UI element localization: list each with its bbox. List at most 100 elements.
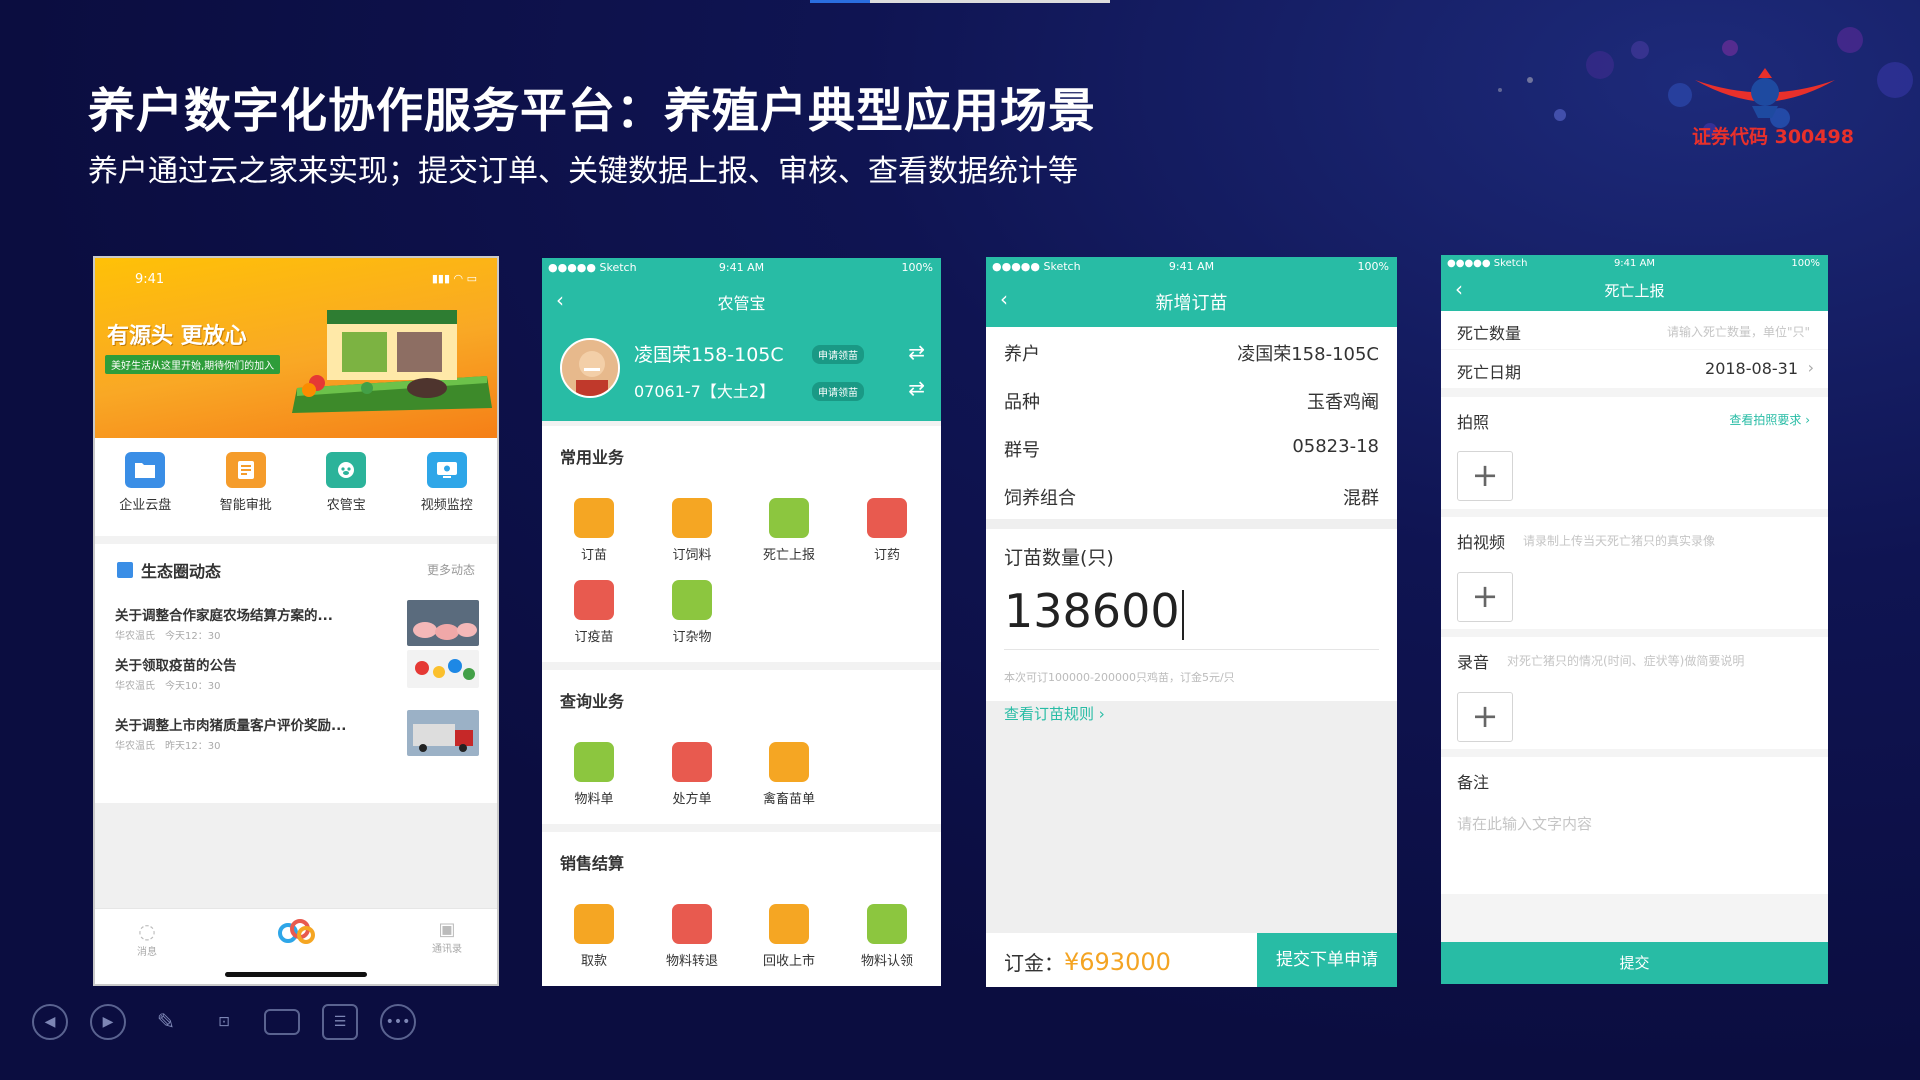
apply-chick-badge[interactable]: 申请领苗 bbox=[812, 345, 864, 364]
remark-textarea[interactable]: 请在此输入文字内容 bbox=[1457, 813, 1592, 834]
truck-icon bbox=[769, 904, 809, 944]
promo-banner[interactable]: 9:41 ▮▮▮ ◠ ▭ 有源头 更放心 美好生活从这里开始,期待你们的加入 bbox=[95, 258, 497, 443]
death-count-field[interactable]: 死亡数量 请输入死亡数量，单位"只" bbox=[1441, 311, 1828, 349]
top-progress-fill bbox=[810, 0, 870, 3]
news-section-title: 生态圈动态 bbox=[117, 558, 221, 582]
add-photo-button[interactable]: + bbox=[1457, 451, 1513, 501]
phone-new-chick-order: ●●●●● Sketch 9:41 AM 100% ‹ 新增订苗 养户 凌国荣15… bbox=[986, 257, 1397, 987]
deposit-total: 订金：¥693000 bbox=[1004, 947, 1171, 976]
submit-order-button[interactable]: 提交下单申请 bbox=[1257, 933, 1397, 987]
btn-material-claim[interactable]: 物料认领 bbox=[847, 904, 927, 969]
swap-icon[interactable]: ⇄ bbox=[908, 340, 925, 364]
pen-icon[interactable]: ✎ bbox=[148, 1004, 184, 1040]
item-label: 订疫苗 bbox=[574, 630, 614, 645]
approval-icon bbox=[225, 452, 266, 488]
more-icon[interactable]: ••• bbox=[380, 1004, 416, 1040]
skull-icon bbox=[769, 498, 809, 538]
btn-order-feed[interactable]: 订饲料 bbox=[652, 498, 732, 563]
audio-section: 录音 对死亡猪只的情况(时间、症状等)做简要说明 + bbox=[1441, 637, 1828, 749]
field-hint: 请录制上传当天死亡猪只的真实录像 bbox=[1523, 534, 1716, 548]
news-thumbnail-pills bbox=[407, 650, 479, 688]
chick-icon bbox=[574, 498, 614, 538]
row-value: 05823-18 bbox=[1292, 436, 1379, 457]
btn-order-vaccine[interactable]: 订疫苗 bbox=[554, 580, 634, 645]
list-icon bbox=[769, 742, 809, 782]
add-audio-button[interactable]: + bbox=[1457, 692, 1513, 742]
user-name: 凌国荣158-105C bbox=[634, 344, 784, 366]
field-label: 死亡日期 bbox=[1457, 363, 1522, 382]
btn-material-list[interactable]: 物料单 bbox=[554, 742, 634, 807]
quantity-section: 订苗数量(只) 138600 本次可订100000-200000只鸡苗，订金5元… bbox=[986, 529, 1397, 701]
row-breed[interactable]: 品种 玉香鸡阉 bbox=[986, 375, 1397, 423]
row-group-no[interactable]: 群号 05823-18 bbox=[986, 423, 1397, 471]
btn-order-chicks[interactable]: 订苗 bbox=[554, 498, 634, 563]
btn-order-sundries[interactable]: 订杂物 bbox=[652, 580, 732, 645]
slide-title: 养户数字化协作服务平台：养殖户典型应用场景 bbox=[88, 84, 1096, 139]
status-bar: ●●●●● Sketch 9:41 AM 100% bbox=[986, 257, 1397, 277]
chat-icon: ◌ bbox=[138, 919, 156, 943]
btn-order-medicine[interactable]: 订药 bbox=[847, 498, 927, 563]
photo-requirements-link[interactable]: 查看拍照要求 › bbox=[1729, 411, 1810, 428]
slide-subtitle: 养户通过云之家来实现；提交订单、关键数据上报、审核、查看数据统计等 bbox=[88, 154, 1078, 189]
zoom-icon[interactable]: ⊡ bbox=[206, 1004, 242, 1040]
field-value: 2018-08-31 bbox=[1705, 359, 1798, 378]
divider bbox=[95, 536, 497, 544]
btn-death-report[interactable]: 死亡上报 bbox=[749, 498, 829, 563]
yunzhijia-logo-icon bbox=[278, 919, 315, 944]
clipboard-icon bbox=[574, 742, 614, 782]
subtitles-icon[interactable]: ☰ bbox=[322, 1004, 358, 1040]
phone-death-report: ●●●●● Sketch 9:41 AM 100% ‹ 死亡上报 死亡数量 请输… bbox=[1441, 255, 1828, 984]
tab-messages[interactable]: ◌ 消息 bbox=[117, 919, 177, 958]
btn-prescription-list[interactable]: 处方单 bbox=[652, 742, 732, 807]
submit-button[interactable]: 提交 bbox=[1441, 942, 1828, 984]
app-video-monitor[interactable]: 视频监控 bbox=[407, 446, 487, 526]
more-news-link[interactable]: 更多动态 bbox=[427, 561, 475, 578]
status-time: 9:41 bbox=[135, 272, 165, 287]
status-time: 9:41 AM bbox=[1168, 260, 1215, 273]
field-label: 拍视频 bbox=[1457, 533, 1506, 552]
app-nongguanbao[interactable]: 农管宝 bbox=[306, 446, 386, 526]
news-item[interactable]: 关于调整合作家庭农场结算方案的... 华农温氏 今天12：30 bbox=[115, 600, 485, 654]
phone-nongguanbao: ●●●●● Sketch 9:41 AM 100% ‹ 农管宝 凌国荣158-1… bbox=[542, 258, 941, 986]
order-rules-link[interactable]: 查看订苗规则 › bbox=[1004, 703, 1105, 724]
news-item[interactable]: 关于领取疫苗的公告 华农温氏 今天10：30 bbox=[115, 650, 485, 704]
item-label: 禽畜苗单 bbox=[762, 792, 815, 807]
text-caret bbox=[1181, 589, 1184, 640]
monitor-icon bbox=[426, 452, 467, 488]
news-icon bbox=[117, 562, 133, 578]
quantity-label: 订苗数量(只) bbox=[1004, 547, 1114, 569]
swap-icon[interactable]: ⇄ bbox=[908, 376, 925, 400]
chevron-right-icon: › bbox=[1098, 705, 1105, 723]
next-icon[interactable]: ▶ bbox=[90, 1004, 126, 1040]
item-label: 回收上市 bbox=[762, 954, 815, 969]
app-smart-approval[interactable]: 智能审批 bbox=[206, 446, 286, 526]
camera-icon[interactable] bbox=[264, 1009, 300, 1035]
news-item-title: 关于调整上市肉猪质量客户评价奖励... bbox=[115, 718, 347, 734]
tab-home[interactable] bbox=[266, 917, 326, 948]
btn-livestock-list[interactable]: 禽畜苗单 bbox=[749, 742, 829, 807]
btn-material-return[interactable]: 物料转退 bbox=[652, 904, 732, 969]
page-title: 新增订苗 bbox=[1155, 293, 1228, 314]
status-battery: 100% bbox=[901, 261, 933, 274]
syringe-icon bbox=[574, 580, 614, 620]
add-video-button[interactable]: + bbox=[1457, 572, 1513, 622]
claim-icon bbox=[867, 904, 907, 944]
apply-chick-badge[interactable]: 申请领苗 bbox=[812, 382, 864, 401]
news-item[interactable]: 关于调整上市肉猪质量客户评价奖励... 华农温氏 昨天12：30 bbox=[115, 710, 485, 764]
row-value: 玉香鸡阉 bbox=[1307, 392, 1379, 413]
banner-subtext: 美好生活从这里开始,期待你们的加入 bbox=[105, 355, 281, 374]
row-feeding-combo[interactable]: 饲养组合 混群 bbox=[986, 471, 1397, 519]
previous-icon[interactable]: ◀ bbox=[32, 1004, 68, 1040]
status-time: 9:41 AM bbox=[718, 261, 765, 274]
app-enterprise-drive[interactable]: 企业云盘 bbox=[105, 446, 185, 526]
btn-withdraw[interactable]: 取款 bbox=[554, 904, 634, 969]
deposit-value: ¥693000 bbox=[1064, 948, 1171, 976]
quantity-input[interactable]: 138600 bbox=[1004, 584, 1184, 640]
death-date-field[interactable]: 死亡日期 2018-08-31 › bbox=[1441, 350, 1828, 388]
status-battery: 100% bbox=[1791, 258, 1820, 269]
field-placeholder: 请输入死亡数量，单位"只" bbox=[1666, 325, 1810, 339]
btn-recycle-market[interactable]: 回收上市 bbox=[749, 904, 829, 969]
app-label: 企业云盘 bbox=[119, 498, 172, 513]
status-time: 9:41 AM bbox=[1613, 258, 1656, 269]
tab-contacts[interactable]: ▣ 通讯录 bbox=[417, 919, 477, 955]
